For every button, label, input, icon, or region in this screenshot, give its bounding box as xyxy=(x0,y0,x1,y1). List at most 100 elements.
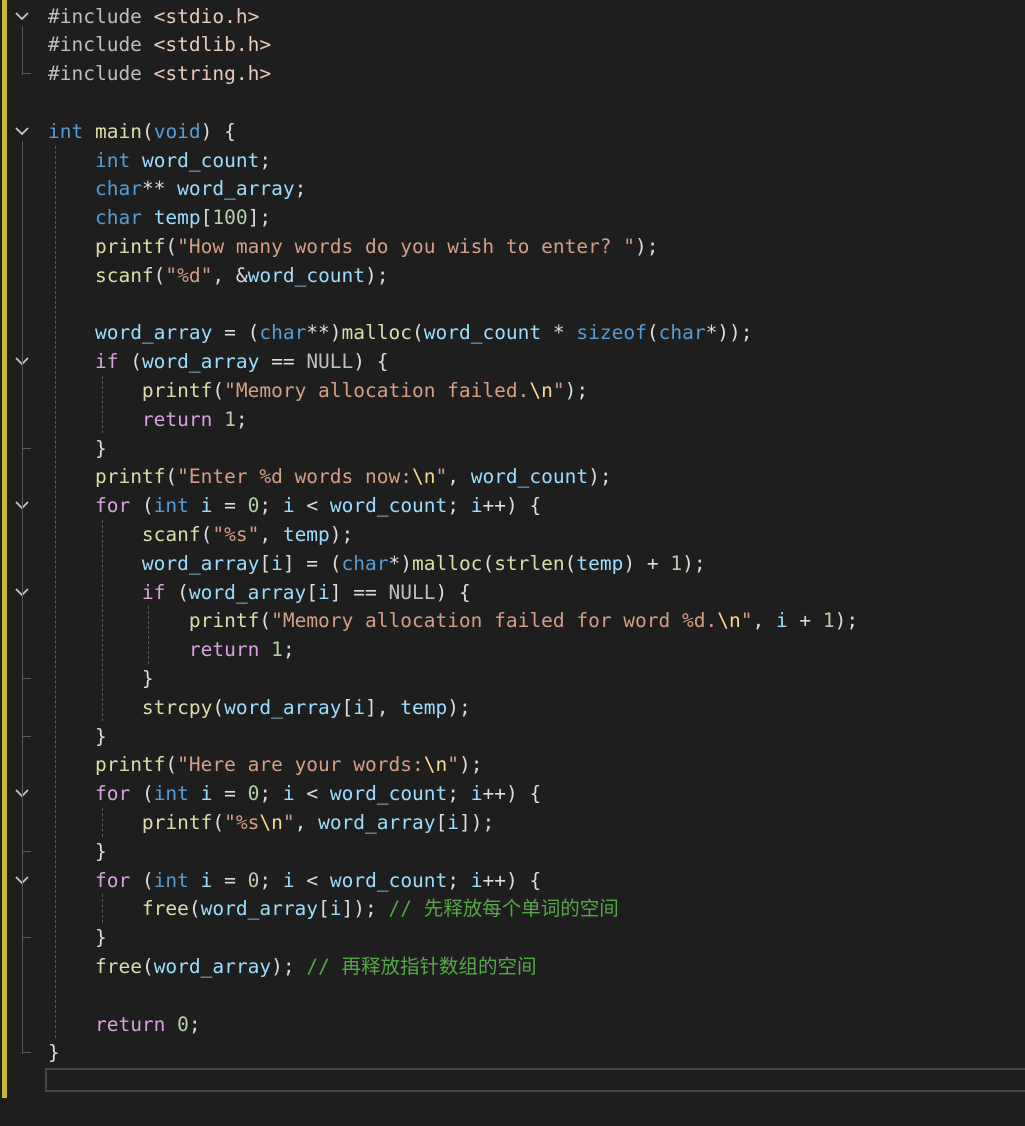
variable-token: i xyxy=(200,782,213,806)
text-token: ); xyxy=(329,522,354,546)
text-token: ( xyxy=(141,119,154,143)
code-line[interactable]: #include <stdlib.h> xyxy=(48,30,271,59)
current-line-highlight xyxy=(45,1068,1025,1092)
code-line[interactable]: strcpy(word_array[i], temp); xyxy=(48,693,471,722)
text-token: } xyxy=(48,666,154,690)
control-token: if xyxy=(141,580,166,604)
chevron-down-icon[interactable] xyxy=(12,121,32,141)
code-line[interactable]: printf("%s\n", word_array[i]); xyxy=(48,808,494,837)
code-line[interactable]: free(word_array[i]); // 先释放每个单词的空间 xyxy=(48,894,619,923)
text-token: [ xyxy=(200,206,213,230)
chevron-down-icon[interactable] xyxy=(12,6,32,26)
text-token: ; xyxy=(294,177,307,201)
code-line[interactable]: word_array = (char**)malloc(word_count *… xyxy=(48,318,753,347)
code-line[interactable]: for (int i = 0; i < word_count; i++) { xyxy=(48,779,541,808)
code-editor[interactable]: #include <stdio.h> #include <stdlib.h> #in… xyxy=(0,0,1025,1126)
variable-token: temp xyxy=(282,522,330,546)
text-token: ]); xyxy=(341,897,389,921)
comment-token: // 再释放指针数组的空间 xyxy=(306,954,537,978)
text-token: ( xyxy=(564,551,577,575)
code-line[interactable]: } xyxy=(48,837,107,866)
code-line[interactable]: printf("How many words do you wish to en… xyxy=(48,232,659,261)
code-line[interactable]: scanf("%s", temp); xyxy=(48,520,353,549)
text-token: == xyxy=(259,350,307,374)
code-line[interactable]: printf("Memory allocation failed for wor… xyxy=(48,606,858,635)
include_path-token: <stdio.h> xyxy=(153,4,260,28)
text-token: ( xyxy=(188,897,201,921)
text-token: ( xyxy=(482,551,495,575)
function-token: printf xyxy=(94,753,166,777)
text-token: , xyxy=(294,810,319,834)
variable-token: temp xyxy=(400,695,448,719)
keyword-token: void xyxy=(153,119,201,143)
variable-token: temp xyxy=(576,551,624,575)
text-token: = ( xyxy=(212,321,260,345)
code-line[interactable]: printf("Memory allocation failed.\n"); xyxy=(48,376,588,405)
variable-token: i xyxy=(329,897,342,921)
keyword-token: int xyxy=(153,494,189,518)
text-token: ( xyxy=(130,868,154,892)
variable-token: word_array xyxy=(200,897,319,921)
code-line[interactable]: word_array[i] = (char*)malloc(strlen(tem… xyxy=(48,549,706,578)
code-line[interactable]: return 0; xyxy=(48,1010,201,1039)
text-token: **) xyxy=(306,321,342,345)
include_path-token: <string.h> xyxy=(153,62,272,86)
code-line[interactable]: free(word_array); // 再释放指针数组的空间 xyxy=(48,952,537,981)
variable-token: word_array xyxy=(177,177,295,201)
code-line[interactable]: int word_count; xyxy=(48,146,271,175)
code-line[interactable]: } xyxy=(48,1038,60,1067)
string-token: "Here are your words: xyxy=(177,753,424,777)
code-line[interactable]: printf("Enter %d words now:\n", word_cou… xyxy=(48,462,612,491)
string-token: "%s xyxy=(224,810,260,834)
macro-token: NULL xyxy=(388,580,436,604)
variable-token: i xyxy=(282,868,295,892)
code-line[interactable]: } xyxy=(48,722,107,751)
code-line[interactable]: if (word_array[i] == NULL) { xyxy=(48,578,471,607)
code-line[interactable]: #include <stdio.h> xyxy=(48,2,259,31)
code-line[interactable]: char temp[100]; xyxy=(48,203,271,232)
function-token: printf xyxy=(94,234,166,258)
keyword-token: char xyxy=(94,177,142,201)
text-token: ; xyxy=(447,494,471,518)
code-line[interactable]: if (word_array == NULL) { xyxy=(48,347,389,376)
variable-token: word_array xyxy=(188,580,307,604)
number-token: 0 xyxy=(247,868,260,892)
code-line[interactable]: scanf("%d", &word_count); xyxy=(48,261,389,290)
number-token: 100 xyxy=(212,206,248,230)
text-token: ); xyxy=(271,954,307,978)
macro-token: NULL xyxy=(306,350,354,374)
variable-token: i xyxy=(200,494,213,518)
code-line[interactable]: int main(void) { xyxy=(48,117,236,146)
text-token: ( xyxy=(165,753,178,777)
code-line[interactable]: return 1; xyxy=(48,635,295,664)
code-line[interactable]: } xyxy=(48,664,154,693)
escape-token: \n xyxy=(259,810,283,834)
function-token: main xyxy=(94,119,142,143)
function-token: printf xyxy=(141,810,213,834)
escape-token: \n xyxy=(717,609,741,633)
code-line[interactable]: printf("Here are your words:\n"); xyxy=(48,750,482,779)
variable-token: word_array xyxy=(141,350,260,374)
text-token: ); xyxy=(834,609,859,633)
code-line[interactable]: #include <string.h> xyxy=(48,59,271,88)
text-token: ] == xyxy=(329,580,389,604)
code-line[interactable]: } xyxy=(48,434,107,463)
variable-token: word_count xyxy=(247,263,366,287)
text-token: [ xyxy=(435,810,448,834)
code-line[interactable]: return 1; xyxy=(48,405,248,434)
string-token: " xyxy=(740,609,753,633)
scope-end-marker xyxy=(22,677,31,679)
text-token: ); xyxy=(447,695,471,719)
code-line[interactable]: for (int i = 0; i < word_count; i++) { xyxy=(48,866,541,895)
code-line[interactable]: for (int i = 0; i < word_count; i++) { xyxy=(48,491,541,520)
code-line[interactable]: } xyxy=(48,923,107,952)
code-line[interactable]: char** word_array; xyxy=(48,174,306,203)
